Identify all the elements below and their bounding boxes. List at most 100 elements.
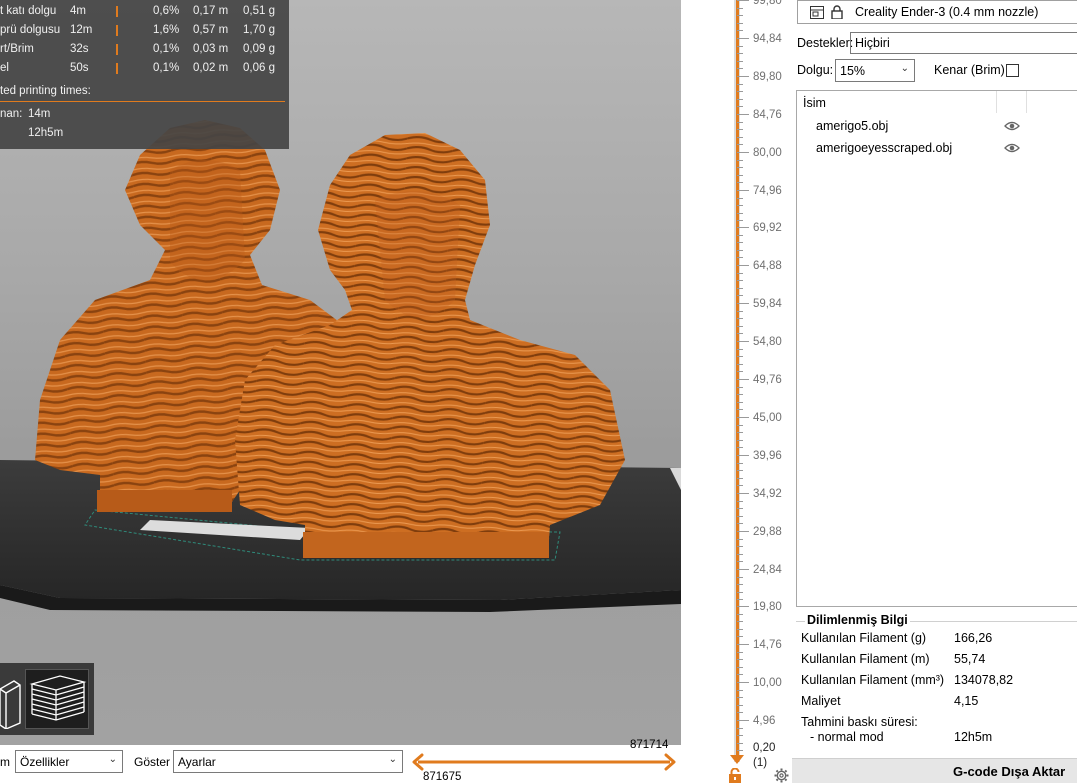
layer-minor-tick <box>737 690 743 691</box>
infill-select[interactable]: 15% ⌄ <box>835 59 915 82</box>
layer-minor-tick <box>737 129 743 130</box>
feature-bar <box>116 63 118 74</box>
chevron-down-icon: ⌄ <box>388 754 397 765</box>
horizontal-move-slider[interactable] <box>412 753 676 771</box>
layer-minor-tick <box>737 402 743 403</box>
column-divider <box>1026 91 1027 113</box>
layer-minor-tick <box>737 516 743 517</box>
layer-minor-tick <box>737 463 743 464</box>
layer-minor-tick <box>737 68 743 69</box>
layer-minor-tick <box>737 46 743 47</box>
layer-tick-label: 74,96 <box>753 185 782 197</box>
layer-minor-tick <box>737 349 743 350</box>
layer-tick-label: 34,92 <box>753 488 782 500</box>
color-scheme-label: m <box>0 755 10 769</box>
layer-minor-tick <box>737 175 743 176</box>
show-select[interactable]: Ayarlar ⌄ <box>173 750 403 773</box>
layer-tick-label: 29,88 <box>753 526 782 538</box>
estimated-time-label: Tahmini baskı süresi: <box>801 715 918 729</box>
feature-grams: 0,09 g <box>243 43 275 55</box>
feature-time: 50s <box>70 62 89 74</box>
feature-name: prü dolgusu <box>0 24 61 36</box>
solid-view-button[interactable] <box>0 669 22 730</box>
layer-tick-label: 59,84 <box>753 298 782 310</box>
layer-tick <box>737 720 749 721</box>
layer-tick-label: 4,96 <box>753 715 776 727</box>
layer-minor-tick <box>737 440 743 441</box>
layer-minor-tick <box>737 539 743 540</box>
sliced-info-title: Dilimlenmiş Bilgi <box>805 613 910 627</box>
list-item[interactable]: amerigo5.obj <box>797 117 1077 137</box>
layer-minor-tick <box>737 614 743 615</box>
layer-tick-label: 94,84 <box>753 33 782 45</box>
feature-time: 12m <box>70 24 93 36</box>
move-range-top: 871714 <box>630 739 669 751</box>
view-mode-toolbar <box>0 663 94 735</box>
printer-selector[interactable]: Creality Ender-3 (0.4 mm nozzle) <box>797 0 1077 24</box>
chevron-down-icon: ⌄ <box>900 63 909 74</box>
layer-tick <box>737 152 749 153</box>
feature-meters: 0,57 m <box>193 24 229 36</box>
layer-minor-tick <box>737 371 743 372</box>
layer-minor-tick <box>737 478 743 479</box>
layer-minor-tick <box>737 137 743 138</box>
name-column-header[interactable]: İsim <box>803 96 826 110</box>
layer-minor-tick <box>737 273 743 274</box>
layer-minor-tick <box>737 697 743 698</box>
layer-view-button[interactable] <box>25 669 89 729</box>
brim-checkbox[interactable] <box>1006 64 1019 77</box>
layer-minor-tick <box>737 750 743 751</box>
layer-minor-tick <box>737 652 743 653</box>
supports-value: Hiçbiri <box>855 36 890 50</box>
layer-minor-tick <box>737 636 743 637</box>
feature-bar <box>116 44 118 55</box>
layer-handle-bottom[interactable] <box>730 755 744 764</box>
eye-icon[interactable] <box>1004 142 1020 154</box>
layer-tick <box>737 682 749 683</box>
layer-minor-tick <box>737 53 743 54</box>
print-stats-panel: t katı dolgu 4m 0,6% 0,17 m 0,51 g prü d… <box>0 0 289 149</box>
color-scheme-select[interactable]: Özellikler ⌄ <box>15 750 123 773</box>
supports-select[interactable]: Hiçbiri <box>850 32 1077 54</box>
layer-tick-label: 99,80 <box>753 0 782 7</box>
layer-minor-tick <box>737 198 743 199</box>
layer-minor-tick <box>737 409 743 410</box>
feature-percent: 0,1% <box>153 62 180 74</box>
layer-minor-tick <box>737 205 743 206</box>
feature-time: 4m <box>70 5 86 17</box>
printer-icon <box>810 6 824 19</box>
normal-mode-time: 14m <box>28 108 51 120</box>
gear-icon[interactable] <box>774 768 789 783</box>
layer-minor-tick <box>737 546 743 547</box>
layer-min-height: 0,20 <box>753 742 776 754</box>
model-amerigoeyesscraped <box>235 133 625 558</box>
layer-slider[interactable]: 99,80 94,84 89,80 84,76 80,00 74,96 69,92 64,88… <box>682 0 792 783</box>
layer-minor-tick <box>737 599 743 600</box>
layer-minor-tick <box>737 592 743 593</box>
printer-name: Creality Ender-3 (0.4 mm nozzle) <box>855 5 1039 19</box>
layer-minor-tick <box>737 674 743 675</box>
layer-minor-tick <box>737 333 743 334</box>
lock-icon[interactable] <box>728 768 742 783</box>
layer-tick <box>737 227 749 228</box>
eye-icon[interactable] <box>1004 120 1020 132</box>
feature-name: t katı dolgu <box>0 5 57 17</box>
3d-viewport[interactable]: t katı dolgu 4m 0,6% 0,17 m 0,51 g prü d… <box>0 0 681 745</box>
normal-mode-label: nan: <box>0 108 23 120</box>
layer-tick-label: 69,92 <box>753 222 782 234</box>
sliced-info: Dilimlenmiş Bilgi Kullanılan Filament (g… <box>792 612 1077 783</box>
list-item[interactable]: amerigoeyesscraped.obj <box>797 139 1077 159</box>
layer-minor-tick <box>737 280 743 281</box>
layer-minor-tick <box>737 295 743 296</box>
layer-minor-tick <box>737 584 743 585</box>
lock-icon <box>831 5 843 19</box>
stat-row: rt/Brim 32s 0,1% 0,03 m 0,09 g <box>0 40 289 59</box>
export-gcode-button[interactable]: G-code Dışa Aktar <box>792 758 1077 783</box>
layer-minor-tick <box>737 8 743 9</box>
object-list: İsim amerigo5.obj amerigoeyesscraped.obj <box>796 90 1077 607</box>
layer-minor-tick <box>737 501 743 502</box>
layer-minor-tick <box>737 667 743 668</box>
layer-minor-tick <box>737 485 743 486</box>
layer-minor-tick <box>737 167 743 168</box>
info-label: Maliyet <box>801 694 841 708</box>
